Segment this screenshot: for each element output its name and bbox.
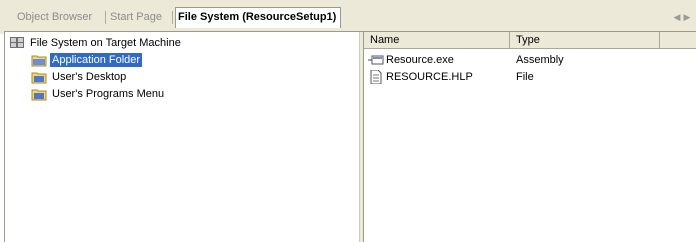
tab-separator: [172, 11, 173, 24]
file-name: Resource.exe: [386, 54, 454, 66]
file-type: Assembly: [516, 54, 564, 66]
column-header-type[interactable]: Type: [510, 32, 660, 49]
tree-item-users-programs-menu[interactable]: User's Programs Menu: [31, 86, 166, 102]
column-header-name[interactable]: Name: [364, 32, 510, 49]
tree-root[interactable]: File System on Target Machine: [9, 35, 183, 51]
tree-item-users-desktop[interactable]: User's Desktop: [31, 69, 128, 85]
file-system-editor: File System on Target Machine Applicatio…: [4, 31, 696, 242]
tab-file-system[interactable]: File System (ResourceSetup1): [175, 7, 342, 28]
tree-item-label: Application Folder: [50, 53, 143, 68]
list-item[interactable]: Resource.exe Assembly: [364, 52, 696, 68]
tree-item-label: User's Desktop: [52, 71, 127, 84]
file-list: Name Type Resource.exe Assembly RESOURCE…: [364, 32, 696, 242]
arrow-right-icon[interactable]: ▶: [682, 10, 692, 24]
column-header-filler: [660, 32, 696, 49]
folder-icon: [31, 70, 47, 84]
tab-start-page[interactable]: Start Page: [110, 9, 162, 26]
tab-separator: [105, 11, 106, 24]
arrow-left-icon[interactable]: ◀: [672, 10, 682, 24]
file-name: RESOURCE.HLP: [386, 71, 473, 83]
document-icon: [368, 69, 384, 85]
shortcut-icon: [368, 53, 384, 67]
folder-icon: [31, 87, 47, 101]
tab-object-browser[interactable]: Object Browser: [17, 9, 92, 26]
folder-icon: [31, 53, 47, 67]
document-tab-strip: Object Browser Start Page File System (R…: [0, 0, 696, 34]
tree-item-label: User's Programs Menu: [52, 88, 165, 101]
list-item[interactable]: RESOURCE.HLP File: [364, 69, 696, 85]
file-type: File: [516, 71, 534, 83]
file-system-tree: File System on Target Machine Applicatio…: [5, 32, 359, 242]
tree-root-label: File System on Target Machine: [30, 37, 181, 50]
file-system-icon: [9, 36, 25, 50]
tree-item-application-folder[interactable]: Application Folder: [31, 52, 143, 68]
